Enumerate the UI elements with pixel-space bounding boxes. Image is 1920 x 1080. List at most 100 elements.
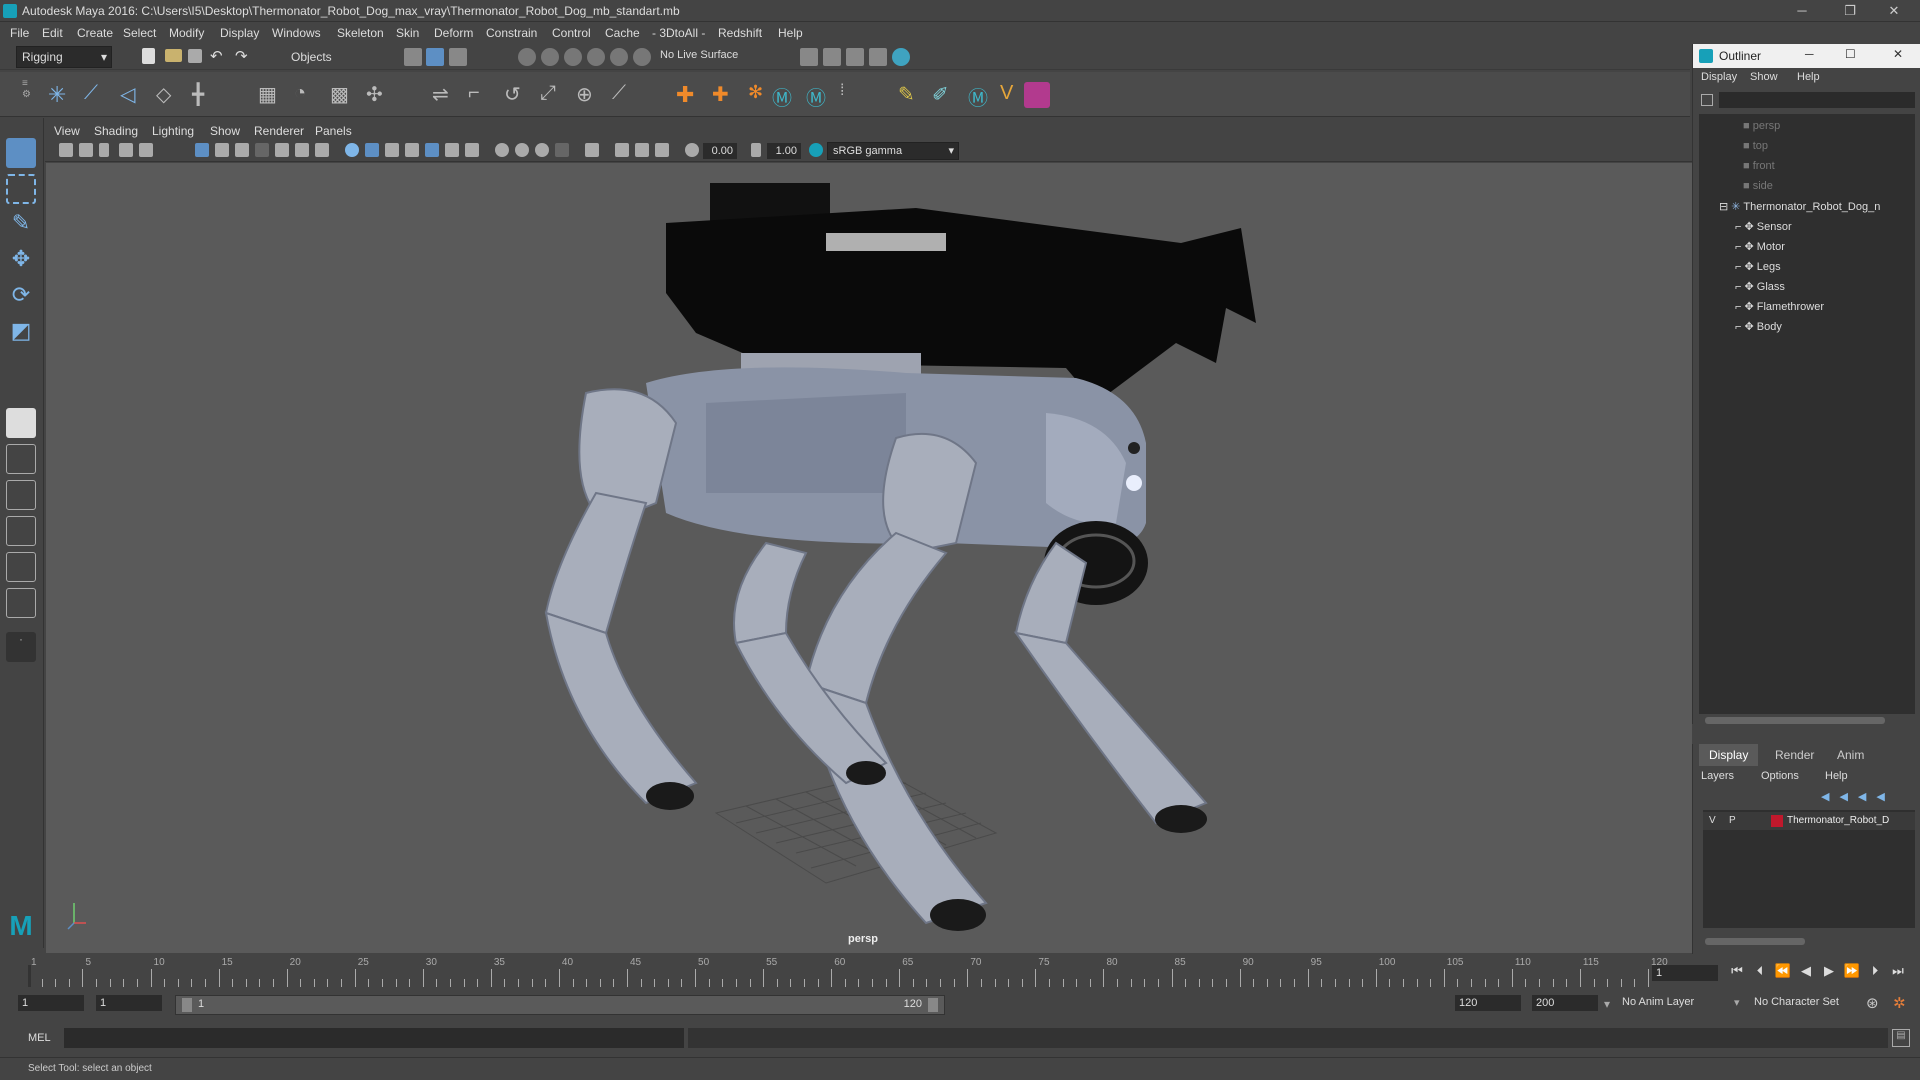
ik-handle-icon[interactable]: ⟋ xyxy=(84,82,110,108)
outliner-item-top[interactable]: ■ top xyxy=(1743,140,1768,152)
outliner-item-side[interactable]: ■ side xyxy=(1743,180,1773,192)
outliner-minimize-icon[interactable]: ─ xyxy=(1805,47,1814,61)
layers-menu-options[interactable]: Options xyxy=(1761,770,1799,782)
time-slider[interactable]: 1 5 10 15 20 25 30 35 40 45 50 55 60 65 70 75 80 85 90 95 10… xyxy=(0,955,1904,991)
safe-title-icon[interactable] xyxy=(315,143,329,157)
select-object-icon[interactable] xyxy=(426,48,444,66)
parent-constraint-icon[interactable]: ⇌ xyxy=(432,82,458,108)
current-frame-field[interactable]: 1 xyxy=(1652,965,1718,981)
paint-weights-icon[interactable]: ◔ xyxy=(294,82,320,108)
backface-icon[interactable] xyxy=(635,143,649,157)
vp-menu-show[interactable]: Show xyxy=(210,124,240,138)
layer-playback-toggle[interactable]: P xyxy=(1729,815,1736,826)
outliner-close-icon[interactable]: ✕ xyxy=(1893,47,1903,61)
point-constraint-icon[interactable]: ⌐ xyxy=(468,82,494,108)
lasso-tool-icon[interactable] xyxy=(6,174,36,204)
persp-uv-icon[interactable] xyxy=(6,588,36,618)
outliner-item-body[interactable]: ⌐ ✥ Body xyxy=(1735,320,1782,333)
isolate-select-icon[interactable] xyxy=(555,143,569,157)
gate-mask-icon[interactable] xyxy=(255,143,269,157)
outliner-item-persp[interactable]: ■ persp xyxy=(1743,120,1780,132)
custom-layout-icon[interactable]: · xyxy=(6,632,36,662)
pole-vector-icon[interactable]: ⟋ xyxy=(612,82,638,108)
shelf-menu-icon[interactable]: ≡ ⚙ xyxy=(22,78,32,112)
field-chart-icon[interactable] xyxy=(275,143,289,157)
snap-curve-icon[interactable] xyxy=(541,48,559,66)
outliner-item-motor[interactable]: ⌐ ✥ Motor xyxy=(1735,240,1785,253)
step-forward-key-icon[interactable]: ⏵ xyxy=(1866,963,1884,979)
menu-control[interactable]: Control xyxy=(552,26,591,40)
script-language-label[interactable]: MEL xyxy=(28,1032,51,1044)
bookmark-icon[interactable] xyxy=(99,143,109,157)
single-perspective-icon[interactable] xyxy=(6,408,36,438)
open-scene-icon[interactable] xyxy=(165,49,182,62)
aim-constraint-icon[interactable]: ⊕ xyxy=(576,82,602,108)
locator-icon[interactable]: ✚ xyxy=(676,82,702,108)
end-time-field[interactable]: 200 xyxy=(1532,995,1598,1011)
menu-skeleton[interactable]: Skeleton xyxy=(337,26,384,40)
outliner-filter-icon[interactable] xyxy=(1701,94,1713,106)
hypershade-icon[interactable] xyxy=(892,48,910,66)
vp-menu-lighting[interactable]: Lighting xyxy=(152,124,194,138)
outliner-item-legs[interactable]: ⌐ ✥ Legs xyxy=(1735,260,1781,273)
gamma-icon[interactable] xyxy=(751,143,761,157)
camera-attr-icon[interactable] xyxy=(79,143,93,157)
menu-deform[interactable]: Deform xyxy=(434,26,473,40)
menu-select[interactable]: Select xyxy=(123,26,156,40)
grid-icon[interactable] xyxy=(195,143,209,157)
preferences-icon[interactable]: ✲ xyxy=(1893,994,1906,1012)
menu-display[interactable]: Display xyxy=(220,26,259,40)
render-frame-icon[interactable] xyxy=(823,48,841,66)
range-slider[interactable]: 1 120 xyxy=(175,995,945,1015)
outliner-menu-help[interactable]: Help xyxy=(1797,71,1820,83)
cluster-icon[interactable]: ✣ xyxy=(366,82,392,108)
command-input[interactable] xyxy=(64,1028,684,1048)
antialiasing-icon[interactable] xyxy=(515,143,529,157)
exposure-icon[interactable] xyxy=(685,143,699,157)
menu-file[interactable]: File xyxy=(10,26,29,40)
current-time-marker[interactable] xyxy=(28,965,31,987)
outliner-item-glass[interactable]: ⌐ ✥ Glass xyxy=(1735,280,1785,293)
wireframe-on-shaded-icon[interactable] xyxy=(385,143,399,157)
restore-button[interactable]: ❐ xyxy=(1836,2,1864,20)
menu-cache[interactable]: Cache xyxy=(605,26,640,40)
select-hierarchy-icon[interactable] xyxy=(404,48,422,66)
play-backward-icon[interactable]: ◀ xyxy=(1797,963,1815,979)
save-scene-icon[interactable] xyxy=(188,49,202,63)
snap-grid-icon[interactable] xyxy=(518,48,536,66)
menu-redshift[interactable]: Redshift xyxy=(718,26,762,40)
vp-menu-shading[interactable]: Shading xyxy=(94,124,138,138)
menu-constrain[interactable]: Constrain xyxy=(486,26,537,40)
ipr-render-icon[interactable] xyxy=(846,48,864,66)
xray-icon[interactable] xyxy=(585,143,599,157)
exposure-field[interactable]: 0.00 xyxy=(703,143,737,159)
rotate-tool-icon[interactable]: ⟳ xyxy=(6,282,36,312)
shelf-dots-icon[interactable]: ⁞ xyxy=(840,82,866,108)
menu-create[interactable]: Create xyxy=(77,26,113,40)
tab-render[interactable]: Render xyxy=(1765,744,1824,766)
joint-tool-icon[interactable]: ✳ xyxy=(48,82,74,108)
playback-start-field[interactable]: 1 xyxy=(96,995,162,1011)
grease-pencil-icon[interactable] xyxy=(139,143,153,157)
bind-skin-icon[interactable]: ▦ xyxy=(258,82,284,108)
anim-layer-dropdown[interactable]: No Anim Layer ▾ xyxy=(1622,996,1742,1009)
image-plane-icon[interactable] xyxy=(119,143,133,157)
layers-menu-help[interactable]: Help xyxy=(1825,770,1848,782)
script-editor-icon[interactable]: ▤ xyxy=(1892,1029,1910,1047)
start-time-field[interactable]: 1 xyxy=(18,995,84,1011)
outliner-menu-display[interactable]: Display xyxy=(1701,71,1737,83)
human-ik-icon[interactable]: ✻ xyxy=(748,82,774,108)
layer-action-icons[interactable]: ◀◀◀◀ xyxy=(1821,790,1895,803)
menu-3dtoall[interactable]: - 3DtoAll - xyxy=(652,26,705,40)
tab-anim[interactable]: Anim xyxy=(1827,744,1874,766)
outliner-menu-show[interactable]: Show xyxy=(1750,71,1778,83)
magnet-icon[interactable] xyxy=(633,48,651,66)
ik-spline-icon[interactable]: ◁ xyxy=(120,82,146,108)
layers-menu-layers[interactable]: Layers xyxy=(1701,770,1734,782)
outliner-item-sensor[interactable]: ⌐ ✥ Sensor xyxy=(1735,220,1792,233)
move-tool-icon[interactable]: ✥ xyxy=(6,246,36,276)
sculpt-icon[interactable]: ✐ xyxy=(932,82,958,108)
gamma-field[interactable]: 1.00 xyxy=(767,143,801,159)
tab-display[interactable]: Display xyxy=(1699,744,1759,766)
maya-m2-icon[interactable]: Ⓜ xyxy=(806,82,832,110)
